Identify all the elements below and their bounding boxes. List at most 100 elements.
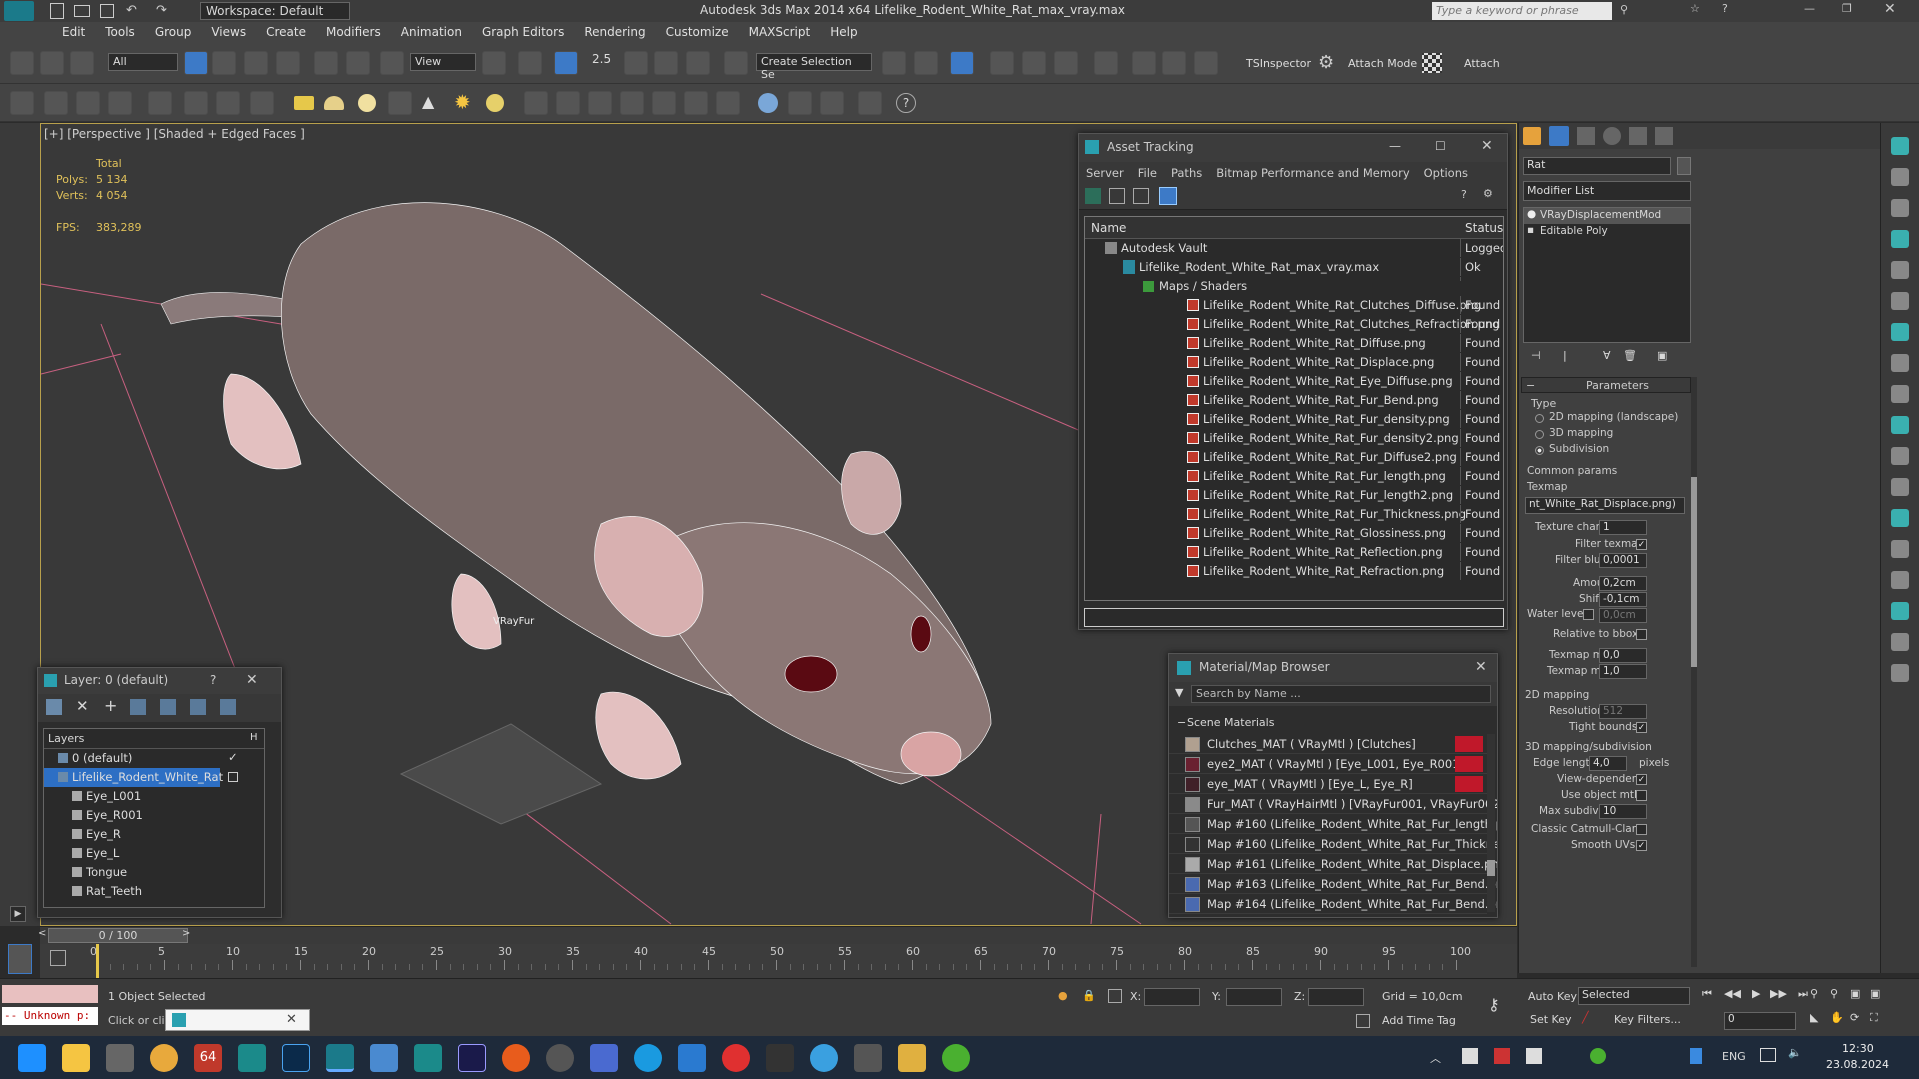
attach-button[interactable]: Attach — [1464, 57, 1500, 70]
menu-rendering[interactable]: Rendering — [574, 22, 655, 42]
maxscript-mini-listener[interactable]: -- Unknown p: — [2, 1007, 98, 1025]
taskbar-preview-popup[interactable]: ✕ — [165, 1009, 310, 1031]
remove-modifier-icon[interactable]: 🗑 — [1623, 349, 1637, 362]
vray-square-icon[interactable] — [1891, 478, 1909, 496]
vray-sun-icon[interactable] — [250, 91, 274, 115]
schematic-view-icon[interactable] — [1054, 51, 1078, 75]
vray-sphere-icon[interactable] — [358, 94, 376, 112]
angle-snap-icon[interactable] — [624, 51, 648, 75]
vray-frame-icon[interactable] — [1891, 509, 1909, 527]
menu-edit[interactable]: Edit — [52, 22, 95, 42]
asset-row[interactable]: Lifelike_Rodent_White_Rat_Clutches_Diffu… — [1085, 296, 1503, 315]
stack-item-vraydisplacement[interactable]: ● VRayDisplacementMod — [1524, 208, 1690, 224]
link-icon[interactable] — [10, 51, 34, 75]
mirror-icon[interactable] — [882, 51, 906, 75]
lightbulb-icon[interactable]: ● — [1527, 208, 1536, 220]
freeze-all-icon[interactable] — [220, 699, 236, 715]
vray-mesh-light-icon[interactable] — [388, 91, 412, 115]
object-name-field[interactable]: Rat — [1523, 157, 1671, 175]
menu-tools[interactable]: Tools — [95, 22, 145, 42]
use-object-mtl-checkbox[interactable] — [1636, 790, 1647, 801]
vray-proxy-icon[interactable] — [556, 91, 580, 115]
select-by-name-icon[interactable] — [212, 51, 236, 75]
vray-batch-icon[interactable] — [858, 91, 882, 115]
open-file-icon[interactable] — [74, 5, 90, 17]
vray-light-bulb-icon[interactable] — [1891, 199, 1909, 217]
current-frame-field[interactable]: 0 — [1724, 1012, 1796, 1030]
command-panel-scrollbar[interactable] — [1691, 377, 1697, 967]
classic-cc-checkbox[interactable] — [1636, 824, 1647, 835]
asset-menu-bitmap-performance-and-memory[interactable]: Bitmap Performance and Memory — [1209, 162, 1416, 184]
mini-curve-editor-icon[interactable] — [8, 944, 32, 974]
prev-frame-icon[interactable]: < — [38, 928, 46, 939]
vray-globe-icon[interactable] — [758, 93, 778, 113]
vray-ring-icon[interactable] — [1891, 385, 1909, 403]
asset-menu-options[interactable]: Options — [1417, 162, 1475, 184]
make-unique-icon[interactable]: ∀ — [1603, 349, 1611, 362]
photoshop-icon[interactable] — [282, 1044, 310, 1072]
curve-editor-icon[interactable] — [1022, 51, 1046, 75]
render-setup-icon[interactable] — [1132, 51, 1156, 75]
help-icon[interactable]: ? — [1722, 2, 1728, 15]
vray-render-icon[interactable] — [820, 91, 844, 115]
modifier-list-dropdown[interactable]: Modifier List — [1523, 181, 1691, 201]
vray-ies-icon[interactable] — [184, 91, 208, 115]
delete-layer-icon[interactable]: ✕ — [76, 697, 89, 715]
vray-fur-icon[interactable] — [524, 91, 548, 115]
grid-view-icon[interactable] — [1159, 187, 1177, 205]
table-view-icon[interactable] — [1133, 188, 1149, 204]
select-manipulate-icon[interactable] — [518, 51, 542, 75]
app-store-icon[interactable] — [590, 1044, 618, 1072]
go-to-start-icon[interactable]: ⏮ — [1702, 987, 1712, 1001]
clock-time[interactable]: 12:30 — [1842, 1042, 1874, 1055]
volume-icon[interactable]: 🔈 — [1788, 1046, 1802, 1059]
help-icon[interactable]: ? — [1461, 188, 1467, 201]
vray-pot-icon[interactable] — [1891, 602, 1909, 620]
layer-row[interactable]: Eye_L001 — [44, 787, 264, 806]
vray-toolbar-icon-4[interactable] — [108, 91, 132, 115]
tray-expand-icon[interactable]: ︿ — [1430, 1050, 1441, 1066]
maximize-icon[interactable]: ❐ — [1842, 2, 1852, 15]
tsinspector-button[interactable]: TSInspector — [1246, 57, 1311, 70]
unlink-icon[interactable] — [40, 51, 64, 75]
smooth-uvs-checkbox[interactable]: ✓ — [1636, 840, 1647, 851]
track-bar[interactable]: 0 5 10 15 20 25 30 35 40 45 50 55 60 65 70 75 80 85 90 95 10… — [40, 944, 1517, 978]
material-row[interactable]: eye_MAT ( VRayMtl ) [Eye_L, Eye_R] — [1169, 774, 1487, 794]
checker-icon[interactable] — [1422, 53, 1442, 73]
material-row[interactable]: Fur_MAT ( VRayHairMtl ) [VRayFur001, VRa… — [1169, 794, 1497, 814]
asset-row[interactable]: Lifelike_Rodent_White_Rat_Refraction.png… — [1085, 562, 1503, 581]
material-row[interactable]: Map #163 (Lifelike_Rodent_White_Rat_Fur_… — [1169, 874, 1497, 894]
vray-sky-icon[interactable] — [486, 94, 504, 112]
asset-row[interactable]: Maps / Shaders — [1085, 277, 1503, 296]
tray-app-icon-1[interactable] — [1462, 1048, 1478, 1064]
asset-row[interactable]: Lifelike_Rodent_White_Rat_Glossiness.png… — [1085, 524, 1503, 543]
percent-snap-icon[interactable] — [654, 51, 678, 75]
keyboard-shortcut-override-icon[interactable] — [554, 51, 578, 75]
undo-icon[interactable]: ↶ — [126, 3, 137, 18]
next-frame-icon[interactable]: ▶▶ — [1770, 987, 1787, 1000]
active-layer-check-icon[interactable]: ✓ — [228, 750, 238, 764]
collapse-icon[interactable]: − — [1526, 379, 1535, 392]
menu-group[interactable]: Group — [145, 22, 202, 42]
radio-2d-mapping[interactable] — [1535, 414, 1544, 423]
show-end-result-icon[interactable]: | — [1563, 349, 1567, 362]
save-file-icon[interactable] — [100, 4, 114, 18]
x-coord-field[interactable] — [1144, 988, 1200, 1006]
field-of-view-icon[interactable]: ◣ — [1810, 1011, 1818, 1024]
set-key-button[interactable]: Set Key — [1530, 1013, 1572, 1026]
language-indicator[interactable]: ENG — [1722, 1050, 1746, 1063]
key-filters-button[interactable]: Key Filters... — [1614, 1013, 1681, 1026]
render-icon[interactable] — [1194, 51, 1218, 75]
asset-row[interactable]: Lifelike_Rodent_White_Rat_Eye_Diffuse.pn… — [1085, 372, 1503, 391]
shift-spinner[interactable]: -0,1cm — [1599, 592, 1647, 607]
key-icon[interactable]: ⚷ — [1488, 995, 1500, 1014]
search-input[interactable]: Type a keyword or phrase — [1432, 2, 1612, 20]
move-icon[interactable] — [314, 51, 338, 75]
spinner-snap-icon[interactable] — [686, 51, 710, 75]
maximize-viewport-icon[interactable]: ⛶ — [1870, 1011, 1878, 1025]
minimize-icon[interactable]: — — [1804, 2, 1815, 15]
vray-sun-light-icon[interactable]: ✹ — [454, 90, 471, 114]
folder-icon[interactable] — [898, 1044, 926, 1072]
vray-sphere-tool-icon[interactable] — [1891, 416, 1909, 434]
rectangular-selection-icon[interactable] — [244, 51, 268, 75]
